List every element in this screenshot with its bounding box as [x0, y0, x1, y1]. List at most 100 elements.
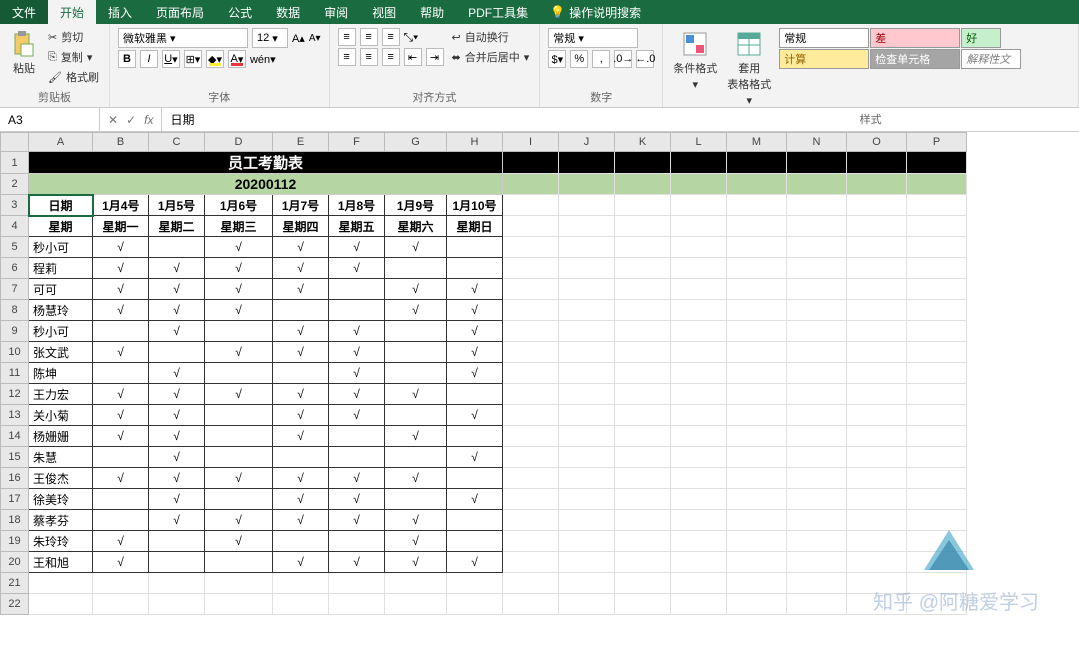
cell[interactable]: √ — [447, 552, 503, 573]
menu-tab-1[interactable]: 插入 — [96, 0, 144, 24]
menu-file[interactable]: 文件 — [0, 0, 48, 24]
cell[interactable] — [385, 258, 447, 279]
cell[interactable] — [727, 279, 787, 300]
cell[interactable]: √ — [93, 405, 149, 426]
row-head[interactable]: 12 — [1, 384, 29, 405]
cell[interactable] — [615, 426, 671, 447]
col-head-N[interactable]: N — [787, 133, 847, 152]
cell[interactable] — [615, 321, 671, 342]
cell[interactable] — [847, 552, 907, 573]
cell[interactable]: √ — [329, 342, 385, 363]
cell[interactable] — [671, 531, 727, 552]
cell[interactable] — [615, 384, 671, 405]
cell[interactable] — [503, 489, 559, 510]
cell[interactable] — [727, 552, 787, 573]
style-good[interactable]: 好 — [961, 28, 1001, 48]
worksheet[interactable]: ABCDEFGHIJKLMNOP1员工考勤表2202001123日期1月4号1月… — [0, 132, 1079, 645]
cell[interactable] — [93, 510, 149, 531]
cell[interactable] — [559, 216, 615, 237]
copy-button[interactable]: ⎘复制▾ — [46, 48, 101, 66]
formula-input[interactable]: 日期 — [162, 111, 1079, 128]
cell[interactable]: √ — [149, 300, 205, 321]
cell[interactable]: √ — [385, 510, 447, 531]
cell[interactable] — [671, 468, 727, 489]
cell[interactable] — [29, 594, 93, 615]
cell-date-0[interactable]: 日期 — [29, 195, 93, 216]
cell[interactable] — [671, 195, 727, 216]
cell[interactable]: √ — [329, 489, 385, 510]
fx-icon[interactable]: fx — [144, 113, 153, 127]
cell[interactable] — [559, 174, 615, 195]
cell[interactable] — [671, 152, 727, 174]
cell[interactable] — [907, 573, 967, 594]
row-head[interactable]: 10 — [1, 342, 29, 363]
row-head[interactable]: 21 — [1, 573, 29, 594]
cell[interactable] — [559, 258, 615, 279]
cell[interactable] — [847, 152, 907, 174]
cell[interactable]: √ — [329, 384, 385, 405]
cell[interactable] — [907, 237, 967, 258]
cell-name[interactable]: 程莉 — [29, 258, 93, 279]
cell[interactable] — [727, 447, 787, 468]
cell[interactable]: √ — [447, 447, 503, 468]
menu-tab-3[interactable]: 公式 — [216, 0, 264, 24]
cell[interactable] — [447, 258, 503, 279]
cell[interactable]: √ — [205, 468, 273, 489]
cell[interactable] — [559, 300, 615, 321]
name-box[interactable]: A3 — [0, 108, 100, 132]
cell[interactable] — [93, 447, 149, 468]
cell[interactable] — [447, 468, 503, 489]
cell-name[interactable]: 王力宏 — [29, 384, 93, 405]
cell[interactable] — [907, 342, 967, 363]
cell[interactable] — [273, 594, 329, 615]
cell[interactable] — [385, 363, 447, 384]
col-head-P[interactable]: P — [907, 133, 967, 152]
cell[interactable] — [559, 447, 615, 468]
cell[interactable]: √ — [93, 237, 149, 258]
col-head-D[interactable]: D — [205, 133, 273, 152]
cell-day-5[interactable]: 星期五 — [329, 216, 385, 237]
cell[interactable] — [503, 573, 559, 594]
format-as-table-button[interactable]: 套用 表格格式▾ — [725, 28, 773, 109]
orientation-icon[interactable]: ⤡▾ — [404, 30, 419, 45]
cell[interactable] — [205, 321, 273, 342]
percent-icon[interactable]: % — [570, 50, 588, 68]
cell-name[interactable]: 秒小可 — [29, 237, 93, 258]
row-head[interactable]: 20 — [1, 552, 29, 573]
cell[interactable] — [447, 384, 503, 405]
phonetic-button[interactable]: wén▾ — [250, 53, 276, 66]
cell[interactable] — [847, 384, 907, 405]
cell[interactable]: √ — [149, 384, 205, 405]
cell[interactable]: √ — [149, 468, 205, 489]
cell[interactable] — [847, 510, 907, 531]
cell[interactable] — [847, 258, 907, 279]
cell[interactable] — [273, 573, 329, 594]
cell[interactable] — [671, 384, 727, 405]
cell[interactable] — [503, 468, 559, 489]
cell[interactable] — [847, 216, 907, 237]
cell[interactable] — [559, 594, 615, 615]
cell[interactable] — [615, 300, 671, 321]
cell[interactable] — [273, 531, 329, 552]
cell[interactable] — [727, 258, 787, 279]
cell[interactable] — [727, 216, 787, 237]
conditional-format-button[interactable]: 条件格式▾ — [671, 28, 719, 93]
cell[interactable] — [727, 510, 787, 531]
cell[interactable]: √ — [273, 510, 329, 531]
cell[interactable] — [559, 237, 615, 258]
bold-button[interactable]: B — [118, 50, 136, 68]
cell[interactable] — [727, 363, 787, 384]
subtitle-cell[interactable]: 20200112 — [29, 174, 503, 195]
cell[interactable] — [447, 573, 503, 594]
cancel-fx-icon[interactable]: ✕ — [108, 113, 118, 127]
cell[interactable]: √ — [385, 426, 447, 447]
cell[interactable] — [559, 489, 615, 510]
cell[interactable] — [503, 447, 559, 468]
row-head[interactable]: 15 — [1, 447, 29, 468]
cell[interactable] — [149, 552, 205, 573]
cell[interactable]: √ — [447, 489, 503, 510]
cell[interactable] — [787, 489, 847, 510]
cell[interactable] — [787, 216, 847, 237]
cell[interactable]: √ — [447, 279, 503, 300]
col-head-C[interactable]: C — [149, 133, 205, 152]
